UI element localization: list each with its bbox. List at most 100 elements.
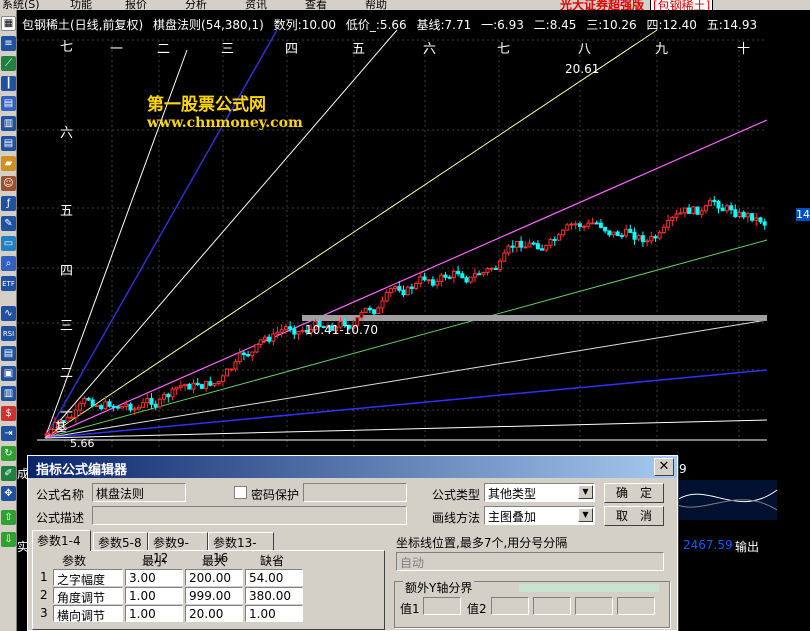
candle-body <box>590 222 595 225</box>
draw-method-select[interactable]: 主图叠加 ▼ <box>484 506 595 525</box>
param-min-2[interactable]: 1.00 <box>125 587 183 604</box>
draw-method-label: 画线方法 <box>432 511 481 525</box>
line-chart-icon[interactable]: ⟋ <box>1 56 16 71</box>
people-icon[interactable]: ☺ <box>1 176 16 191</box>
candle-body <box>544 244 549 251</box>
chevron-down-icon[interactable]: ▼ <box>578 485 593 499</box>
candle-body <box>359 311 364 319</box>
param-min-3[interactable]: 1.00 <box>125 605 183 622</box>
param-name-1[interactable]: 之字幅度 <box>53 569 123 587</box>
value2-input[interactable] <box>491 597 529 615</box>
formula-desc-input[interactable] <box>92 506 407 525</box>
value5-input[interactable] <box>617 597 655 615</box>
candle-body <box>380 300 385 309</box>
param-default-3[interactable]: 1.00 <box>245 605 303 622</box>
candle-body <box>107 401 112 407</box>
window-icon[interactable]: ▣ <box>1 366 16 381</box>
chart-icon[interactable]: ▤ <box>1 346 16 361</box>
candle-body <box>712 199 717 203</box>
menu-item-help[interactable]: 帮助 <box>365 0 387 10</box>
function-icon[interactable]: ƒ <box>1 196 16 211</box>
candle-body <box>212 382 217 386</box>
menu-item-quote[interactable]: 报价 <box>125 0 147 10</box>
value4-input[interactable] <box>575 597 613 615</box>
candle-body <box>708 199 713 207</box>
param-index-1: 1 <box>40 570 48 584</box>
candle-body <box>78 403 83 411</box>
candle-body <box>514 240 519 248</box>
candle-body <box>111 405 116 408</box>
pencil-icon[interactable]: ✐ <box>1 466 16 481</box>
chevron-down-icon[interactable]: ▼ <box>578 508 593 522</box>
candle-body <box>598 222 603 228</box>
candle-body <box>405 286 410 296</box>
candle-icon[interactable]: ┃ <box>1 76 16 91</box>
close-icon[interactable]: ✕ <box>654 458 674 476</box>
candle-body <box>157 398 162 408</box>
candle-body <box>418 276 423 285</box>
axis-position-input[interactable]: 自动 <box>396 552 664 571</box>
folder-icon[interactable]: ▰ <box>1 156 16 171</box>
candle-body <box>565 224 570 231</box>
arrow-down-icon[interactable]: ⇩ <box>1 532 16 547</box>
grid-icon[interactable]: ▦ <box>1 16 16 31</box>
ok-button[interactable]: 确 定 <box>604 483 664 503</box>
candle-body <box>435 281 440 286</box>
menu-bar: 系统(S) 功能 报价 分析 资讯 查看 帮助 光大证券超强版 [包钢稀土] <box>0 0 810 10</box>
formula-name-input[interactable]: 棋盘法则 <box>92 483 186 502</box>
report-icon[interactable]: ▤ <box>1 96 16 111</box>
candle-body <box>720 207 725 212</box>
param-default-2[interactable]: 380.00 <box>245 587 303 604</box>
refresh-icon[interactable]: ↻ <box>1 446 16 461</box>
menu-item-analysis[interactable]: 分析 <box>185 0 207 10</box>
table-icon[interactable]: ▥ <box>1 116 16 131</box>
candle-body <box>141 402 146 408</box>
param-default-1[interactable]: 54.00 <box>245 569 303 586</box>
tab-params-1-4[interactable]: 参数1-4 <box>32 530 91 551</box>
indicator-value-1: 数列:10.00 <box>273 18 337 32</box>
password-checkbox[interactable] <box>234 486 247 499</box>
etf-icon[interactable]: ETF <box>1 276 16 291</box>
edit-icon[interactable]: ✎ <box>1 216 16 231</box>
param-max-3[interactable]: 20.00 <box>185 605 243 622</box>
value3-input[interactable] <box>533 597 571 615</box>
list-icon[interactable]: ≡ <box>1 36 16 51</box>
candle-body <box>170 388 175 398</box>
formula-name-label: 公式名称 <box>36 488 85 502</box>
tab-params-5-8[interactable]: 参数5-8 <box>93 532 148 550</box>
param-name-3[interactable]: 横向调节 <box>53 605 123 623</box>
move-icon[interactable]: ✥ <box>1 486 16 501</box>
col-label-2: 二 <box>157 42 171 57</box>
cancel-button[interactable]: 取 消 <box>604 506 664 526</box>
menu-item-view[interactable]: 查看 <box>305 0 327 10</box>
candle-body <box>481 271 486 275</box>
param-max-1[interactable]: 200.00 <box>185 569 243 586</box>
tab-params-9-12[interactable]: 参数9-12 <box>148 532 208 565</box>
candle-body <box>670 216 675 222</box>
param-name-2[interactable]: 角度调节 <box>53 587 123 605</box>
candle-body <box>82 398 87 405</box>
candle-body <box>666 220 671 228</box>
value1-input[interactable] <box>423 597 461 615</box>
search-icon[interactable]: ⌕ <box>1 256 16 271</box>
candle-body <box>271 333 276 342</box>
password-input[interactable] <box>303 483 407 502</box>
menu-item-info[interactable]: 资讯 <box>245 0 267 10</box>
exit-icon[interactable]: ⇥ <box>1 426 16 441</box>
menu-item-function[interactable]: 功能 <box>70 0 92 10</box>
formula-type-select[interactable]: 其他类型 ▼ <box>484 483 595 502</box>
sheet-icon[interactable]: ▥ <box>1 386 16 401</box>
rsi-icon[interactable]: RSI <box>1 326 16 341</box>
param-max-2[interactable]: 999.00 <box>185 587 243 604</box>
candle-body <box>216 380 221 384</box>
dollar-icon[interactable]: $ <box>1 406 16 421</box>
monitor-icon[interactable]: ▭ <box>1 236 16 251</box>
tab-params-13-16[interactable]: 参数13-16 <box>208 532 274 565</box>
param-min-1[interactable]: 3.00 <box>125 569 183 586</box>
candle-body <box>149 398 154 405</box>
wave-icon[interactable]: ∿ <box>1 306 16 321</box>
dialog-titlebar[interactable]: 指标公式编辑器 <box>28 456 677 478</box>
f10-icon[interactable]: ▤ <box>1 136 16 151</box>
menu-item-system[interactable]: 系统(S) <box>2 0 40 10</box>
arrow-up-icon[interactable]: ⇧ <box>1 510 16 525</box>
